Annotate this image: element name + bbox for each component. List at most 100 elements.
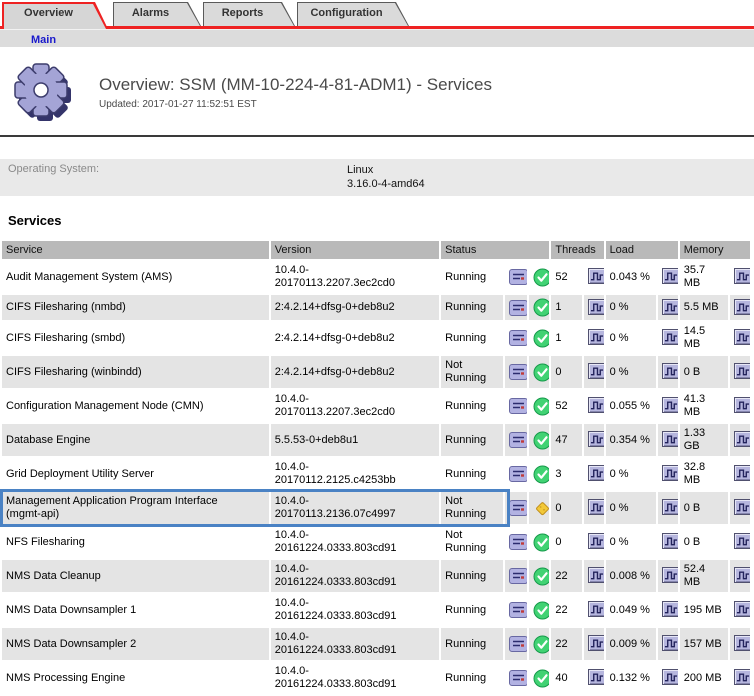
col-memory: Memory: [680, 241, 750, 259]
memory-chart-button[interactable]: [734, 465, 750, 481]
services-table-body: Audit Management System (AMS) 10.4.0- 201…: [2, 261, 750, 694]
load-chart-button[interactable]: [662, 268, 678, 284]
service-detail-icon[interactable]: [509, 398, 527, 414]
service-detail-icon[interactable]: [509, 364, 527, 380]
service-detail-icon[interactable]: [509, 269, 527, 285]
service-detail-icon[interactable]: [509, 670, 527, 686]
service-detail-icon[interactable]: [509, 300, 527, 316]
load-chart-button[interactable]: [662, 431, 678, 447]
service-detail-icon[interactable]: [509, 466, 527, 482]
threads-chart-button[interactable]: [588, 397, 604, 413]
service-name: NMS Data Cleanup: [2, 560, 269, 592]
threads-value: 22: [551, 628, 581, 660]
updated-timestamp: Updated: 2017-01-27 11:52:51 EST: [99, 99, 492, 110]
load-value: 0.009 %: [606, 628, 656, 660]
load-chart-button[interactable]: [662, 669, 678, 685]
service-version: 10.4.0- 20170112.2125.c4253bb: [271, 458, 439, 490]
load-chart-button[interactable]: [662, 499, 678, 515]
threads-value: 52: [551, 261, 581, 293]
memory-chart-button[interactable]: [734, 431, 750, 447]
memory-chart-button[interactable]: [734, 601, 750, 617]
status-running-icon: [533, 533, 549, 552]
os-row: Operating System: Linux 3.16.0-4-amd64: [0, 159, 754, 196]
tab-reports[interactable]: Reports: [203, 2, 295, 26]
service-detail-icon[interactable]: [509, 500, 527, 516]
threads-chart-button[interactable]: [588, 669, 604, 685]
status-running-icon: [533, 635, 549, 654]
threads-chart-button[interactable]: [588, 363, 604, 379]
table-row: NMS Data Cleanup10.4.0- 20161224.0333.80…: [2, 560, 750, 592]
load-chart-button[interactable]: [662, 465, 678, 481]
load-chart-button[interactable]: [662, 329, 678, 345]
col-service: Service: [2, 241, 269, 259]
service-status: Running: [441, 322, 503, 354]
service-detail-icon[interactable]: [509, 568, 527, 584]
memory-chart-button[interactable]: [734, 268, 750, 284]
load-chart-button[interactable]: [662, 567, 678, 583]
tab-configuration[interactable]: Configuration: [297, 2, 409, 26]
service-status: Running: [441, 458, 503, 490]
tab-configuration-label: Configuration: [297, 2, 409, 24]
memory-chart-button[interactable]: [734, 329, 750, 345]
load-chart-button[interactable]: [662, 601, 678, 617]
breadcrumb-main-link[interactable]: Main: [31, 34, 56, 46]
threads-chart-button[interactable]: [588, 431, 604, 447]
load-chart-button[interactable]: [662, 363, 678, 379]
load-value: 0 %: [606, 526, 656, 558]
load-chart-button[interactable]: [662, 299, 678, 315]
service-name: NFS Filesharing: [2, 526, 269, 558]
threads-chart-button[interactable]: [588, 567, 604, 583]
memory-chart-button[interactable]: [734, 635, 750, 651]
service-version: 2:4.2.14+dfsg-0+deb8u2: [271, 322, 439, 354]
load-chart-button[interactable]: [662, 635, 678, 651]
service-status: Running: [441, 295, 503, 320]
gear-icon: [14, 61, 72, 123]
table-row: NMS Data Downsampler 110.4.0- 20161224.0…: [2, 594, 750, 626]
tab-overview-label: Overview: [2, 2, 108, 24]
threads-chart-button[interactable]: [588, 329, 604, 345]
threads-chart-button[interactable]: [588, 268, 604, 284]
load-chart-button[interactable]: [662, 397, 678, 413]
table-row: NMS Data Downsampler 210.4.0- 20161224.0…: [2, 628, 750, 660]
service-status: Running: [441, 662, 503, 694]
service-detail-icon[interactable]: [509, 330, 527, 346]
memory-chart-button[interactable]: [734, 669, 750, 685]
title-divider: [0, 135, 754, 137]
threads-chart-button[interactable]: [588, 465, 604, 481]
table-row: NMS Processing Engine10.4.0- 20161224.03…: [2, 662, 750, 694]
memory-chart-button[interactable]: [734, 363, 750, 379]
memory-chart-button[interactable]: [734, 499, 750, 515]
threads-value: 22: [551, 594, 581, 626]
memory-chart-button[interactable]: [734, 299, 750, 315]
tab-alarms[interactable]: Alarms: [113, 2, 201, 26]
os-value: Linux 3.16.0-4-amd64: [347, 163, 425, 191]
tab-bar: Overview Alarms Reports Configuration: [0, 0, 754, 29]
memory-chart-button[interactable]: [734, 567, 750, 583]
threads-chart-button[interactable]: [588, 601, 604, 617]
memory-chart-button[interactable]: [734, 533, 750, 549]
threads-chart-button[interactable]: [588, 533, 604, 549]
load-value: 0 %: [606, 322, 656, 354]
service-detail-icon[interactable]: [509, 636, 527, 652]
threads-value: 0: [551, 526, 581, 558]
memory-chart-button[interactable]: [734, 397, 750, 413]
service-detail-icon[interactable]: [509, 534, 527, 550]
threads-chart-button[interactable]: [588, 499, 604, 515]
service-detail-icon[interactable]: [509, 432, 527, 448]
load-chart-button[interactable]: [662, 533, 678, 549]
service-detail-icon[interactable]: [509, 602, 527, 618]
memory-value: 195 MB: [680, 594, 728, 626]
service-name: Audit Management System (AMS): [2, 261, 269, 293]
threads-chart-button[interactable]: [588, 299, 604, 315]
status-running-icon: [533, 465, 549, 484]
table-header-row: Service Version Status Threads Load Memo…: [2, 241, 750, 259]
threads-value: 0: [551, 356, 581, 388]
service-version: 10.4.0- 20161224.0333.803cd91: [271, 662, 439, 694]
threads-chart-button[interactable]: [588, 635, 604, 651]
tab-overview[interactable]: Overview: [2, 2, 108, 29]
tab-alarms-label: Alarms: [113, 2, 201, 24]
memory-value: 0 B: [680, 492, 728, 524]
service-name: Grid Deployment Utility Server: [2, 458, 269, 490]
services-heading: Services: [8, 213, 754, 228]
tab-reports-label: Reports: [203, 2, 295, 24]
